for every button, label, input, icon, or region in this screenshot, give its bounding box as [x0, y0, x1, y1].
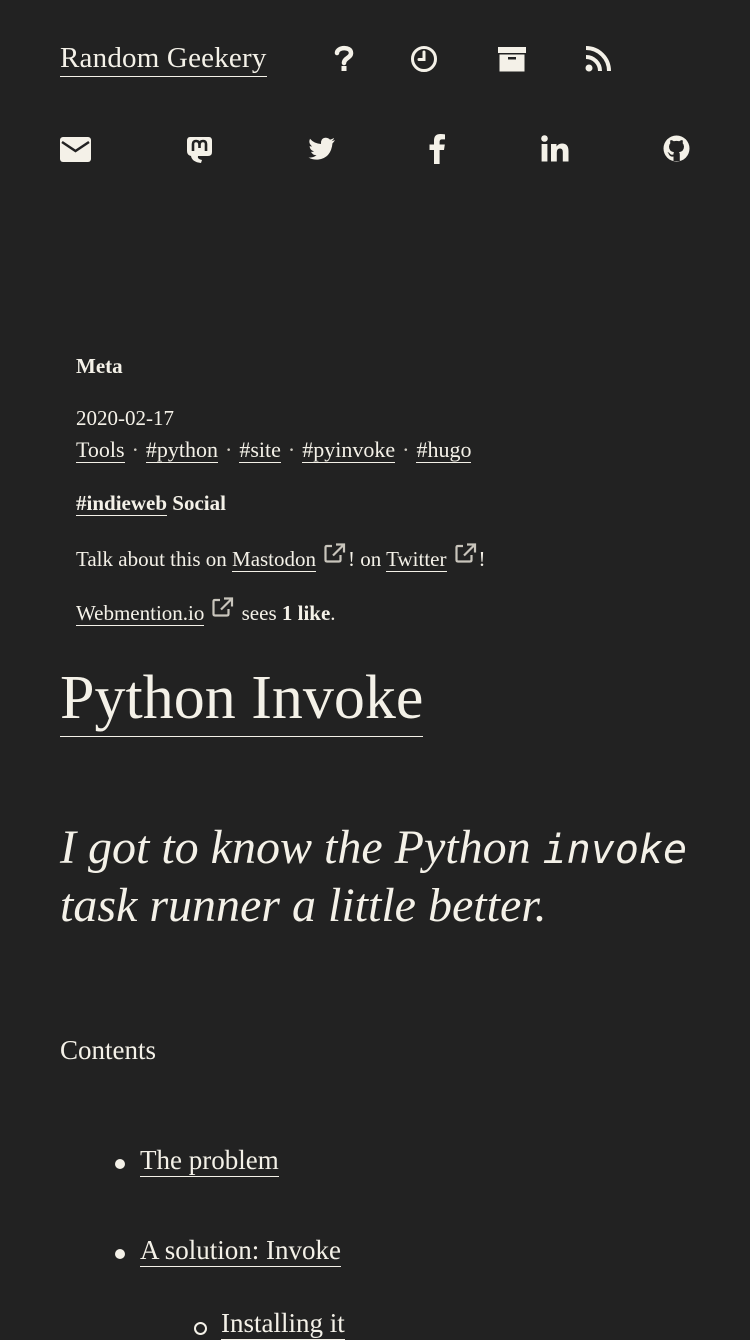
meta-heading: Meta [76, 354, 123, 378]
site-title-link[interactable]: Random Geekery [60, 40, 267, 77]
social-label: Social [172, 491, 226, 515]
external-link-icon [212, 597, 234, 623]
clock-icon[interactable] [410, 45, 438, 73]
separator: · [287, 437, 296, 462]
webmention-link[interactable]: Webmention.io [76, 601, 205, 626]
envelope-icon[interactable] [60, 137, 91, 162]
indieweb-tag-link[interactable]: #indieweb [76, 491, 168, 516]
like-count: 1 like [281, 601, 331, 625]
talk-mid: ! on [348, 547, 382, 571]
separator: · [225, 437, 233, 462]
lead-text-2: task runner a little better. [60, 879, 547, 932]
question-icon[interactable] [334, 44, 354, 74]
talk-line: Talk about this on Mastodon ! on Twitter! [76, 543, 486, 572]
tag-link-python[interactable]: #python [145, 437, 219, 463]
mastodon-link[interactable]: Mastodon [232, 547, 317, 572]
toc-link-the-problem[interactable]: The problem [140, 1145, 279, 1177]
archive-icon[interactable] [497, 45, 527, 73]
mastodon-icon[interactable] [186, 135, 213, 164]
lead-text-1: I got to know the Python [60, 821, 531, 874]
separator: · [131, 437, 139, 462]
facebook-icon[interactable] [429, 133, 446, 164]
github-icon[interactable] [663, 135, 690, 162]
external-link-icon [454, 543, 477, 569]
sees-text: sees [241, 601, 277, 625]
toc-link-a-solution-invoke[interactable]: A solution: Invoke [140, 1235, 341, 1267]
social-heading: #indieweb Social [76, 491, 226, 516]
contents-heading: Contents [60, 1035, 157, 1065]
tag-link-hugo[interactable]: #hugo [416, 437, 472, 463]
tag-link-pyinvoke[interactable]: #pyinvoke [302, 437, 396, 463]
talk-prefix: Talk about this on [76, 547, 227, 571]
webmention-line: Webmention.io sees 1 like. [76, 597, 336, 626]
post-date: 2020-02-17 [76, 406, 174, 430]
talk-end: ! [478, 547, 486, 571]
toc-sub-bullet [194, 1322, 207, 1335]
toc-link-installing-it[interactable]: Installing it [221, 1308, 345, 1340]
external-link-icon [324, 543, 346, 569]
category-link[interactable]: Tools [76, 437, 125, 463]
toc-bullet [115, 1249, 125, 1259]
linkedin-icon[interactable] [541, 135, 569, 162]
twitter-icon[interactable] [308, 137, 336, 160]
separator: · [402, 437, 410, 462]
toc-bullet [115, 1159, 125, 1169]
twitter-link[interactable]: Twitter [386, 547, 447, 572]
lead-code: invoke [542, 827, 688, 873]
tag-list: Tools · #python · #site · #pyinvoke · #hugo [76, 437, 472, 463]
tag-link-site[interactable]: #site [239, 437, 281, 463]
post-lead: I got to know the Python invoke task run… [60, 820, 700, 934]
rss-icon[interactable] [585, 46, 611, 72]
period: . [330, 601, 336, 625]
post-title-link[interactable]: Python Invoke [60, 660, 424, 737]
